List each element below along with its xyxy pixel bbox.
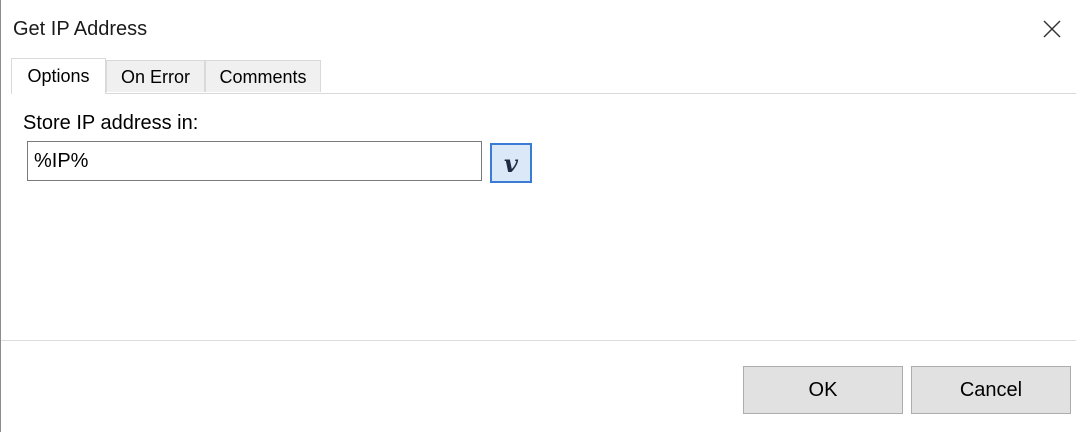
close-button[interactable]: [1037, 14, 1067, 44]
tab-on-error[interactable]: On Error: [106, 60, 205, 92]
tab-bar: Options On Error Comments: [11, 58, 1076, 94]
ok-button[interactable]: OK: [743, 366, 903, 414]
store-ip-input[interactable]: [27, 141, 482, 181]
insert-variable-button[interactable]: v: [490, 143, 532, 183]
tab-comments[interactable]: Comments: [205, 60, 321, 92]
window-title: Get IP Address: [13, 18, 148, 40]
dialog-window: Get IP Address Options On Error Comments…: [0, 0, 1076, 432]
footer-divider: [1, 340, 1076, 341]
store-ip-label: Store IP address in:: [23, 112, 199, 134]
close-icon: [1043, 20, 1061, 38]
cancel-button[interactable]: Cancel: [911, 366, 1071, 414]
tab-options[interactable]: Options: [11, 58, 106, 94]
